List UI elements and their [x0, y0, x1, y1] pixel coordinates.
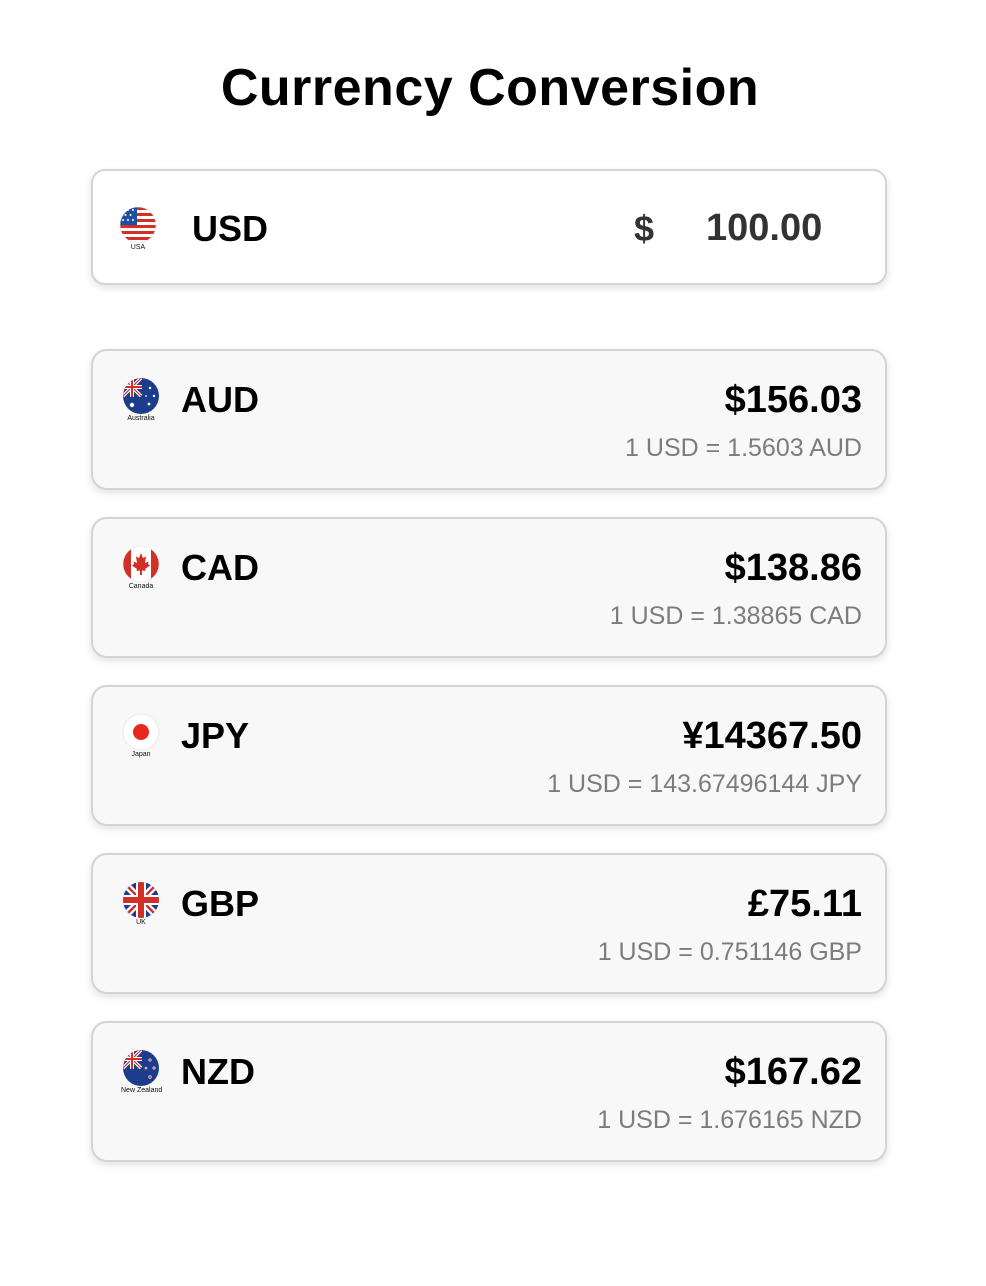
- exchange-rate: 1 USD = 1.38865 CAD: [609, 602, 862, 630]
- base-currency-symbol: $: [634, 208, 655, 249]
- converted-amount: $138.86: [724, 547, 862, 589]
- uk-flag-caption: UK: [136, 919, 146, 926]
- converted-amount: ¥14367.50: [682, 715, 862, 757]
- converted-amount: $156.03: [724, 379, 862, 421]
- base-amount-input[interactable]: [691, 204, 871, 252]
- page-title: Currency Conversion: [220, 59, 760, 117]
- conversion-card-aud[interactable]: Australia AUD $156.03 1 USD = 1.5603 AUD: [91, 349, 887, 490]
- australia-flag-caption: Australia: [127, 415, 155, 422]
- currency-code: JPY: [181, 715, 250, 756]
- currency-code: AUD: [181, 379, 259, 420]
- australia-flag-icon: Australia: [121, 376, 161, 424]
- exchange-rate: 1 USD = 0.751146 GBP: [597, 938, 862, 966]
- canada-flag-icon: Canada: [121, 544, 161, 592]
- usa-flag-caption: USA: [130, 244, 146, 251]
- exchange-rate: 1 USD = 1.5603 AUD: [625, 434, 862, 462]
- currency-code: NZD: [181, 1051, 255, 1092]
- japan-flag-caption: Japan: [131, 751, 151, 758]
- conversion-card-nzd[interactable]: New Zealand NZD $167.62 1 USD = 1.676165…: [91, 1021, 887, 1162]
- usa-flag-icon[interactable]: USA: [118, 205, 158, 253]
- base-currency-code[interactable]: USD: [192, 208, 268, 250]
- conversion-card-gbp[interactable]: UK GBP £75.11 1 USD = 0.751146 GBP: [91, 853, 887, 994]
- currency-code: CAD: [181, 547, 259, 588]
- converted-amount: £75.11: [747, 883, 862, 925]
- uk-flag-icon: UK: [121, 880, 161, 928]
- new-zealand-flag-icon: New Zealand: [121, 1048, 163, 1096]
- conversion-card-jpy[interactable]: Japan JPY ¥14367.50 1 USD = 143.67496144…: [91, 685, 887, 826]
- base-currency-card: USA USD $: [91, 169, 887, 285]
- japan-flag-icon: Japan: [121, 712, 161, 760]
- new-zealand-flag-caption: New Zealand: [121, 1087, 163, 1094]
- canada-flag-caption: Canada: [128, 583, 154, 590]
- currency-code: GBP: [181, 883, 260, 924]
- exchange-rate: 1 USD = 143.67496144 JPY: [547, 770, 862, 798]
- converted-amount: $167.62: [724, 1051, 862, 1093]
- exchange-rate: 1 USD = 1.676165 NZD: [597, 1106, 862, 1134]
- conversion-card-cad[interactable]: Canada CAD $138.86 1 USD = 1.38865 CAD: [91, 517, 887, 658]
